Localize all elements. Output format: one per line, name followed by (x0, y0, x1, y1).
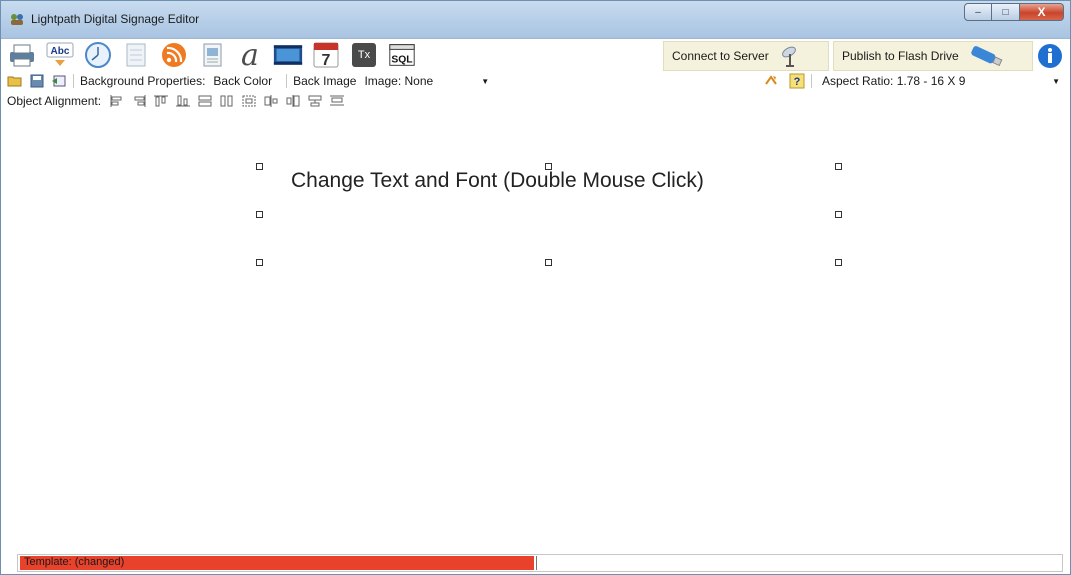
same-size-icon[interactable] (241, 94, 257, 108)
font-icon[interactable]: a (235, 41, 265, 69)
align-bottom-icon[interactable] (175, 94, 191, 108)
object-alignment-bar: Object Alignment: (1, 91, 1070, 111)
aspect-tools: ? Aspect Ratio: 1.78 - 16 X 9 (763, 71, 965, 91)
ticker-icon[interactable] (121, 41, 151, 69)
selection-handle-middle-right[interactable] (835, 211, 842, 218)
image-tool-icon[interactable] (197, 41, 227, 69)
distribute-horizontal-icon[interactable] (307, 94, 323, 108)
calendar-day: 7 (322, 52, 331, 69)
aspect-dropdown-arrow-icon[interactable]: ▼ (1052, 77, 1060, 86)
toolbar-area: Abc a 7 Tx SQL Connect to Server Publish… (1, 39, 1070, 117)
design-canvas[interactable]: Change Text and Font (Double Mouse Click… (17, 117, 1063, 551)
help-icon[interactable]: ? (789, 73, 805, 89)
refresh-icon[interactable] (763, 73, 779, 89)
center-horizontal-icon[interactable] (263, 94, 279, 108)
connect-to-server-button[interactable]: Connect to Server (663, 41, 829, 71)
align-top-icon[interactable] (153, 94, 169, 108)
sql-label: SQL (391, 55, 412, 66)
window-title: Lightpath Digital Signage Editor (31, 12, 200, 26)
window-controls: – □ X (964, 3, 1064, 21)
toolbar-divider (286, 74, 288, 88)
tx-label: Tx (358, 49, 371, 61)
svg-text:?: ? (794, 76, 801, 88)
selection-handle-middle-left[interactable] (256, 211, 263, 218)
abc-label: Abc (51, 46, 70, 57)
maximize-button[interactable]: □ (992, 3, 1020, 21)
aspect-ratio-selector[interactable]: Aspect Ratio: 1.78 - 16 X 9 (822, 74, 965, 88)
image-dropdown-arrow-icon[interactable]: ▼ (481, 77, 489, 86)
same-width-icon[interactable] (197, 94, 213, 108)
selection-handle-bottom-center[interactable] (545, 259, 552, 266)
sql-icon[interactable]: SQL (387, 41, 417, 69)
close-button[interactable]: X (1020, 3, 1064, 21)
rss-icon[interactable] (159, 41, 189, 69)
center-vertical-icon[interactable] (285, 94, 301, 108)
align-left-icon[interactable] (109, 94, 125, 108)
clock-icon[interactable] (83, 41, 113, 69)
object-alignment-label: Object Alignment: (7, 94, 102, 108)
info-icon (1038, 44, 1062, 68)
printer-icon[interactable] (7, 41, 37, 69)
export-icon[interactable] (51, 73, 67, 89)
title-bar: Lightpath Digital Signage Editor – □ X (1, 1, 1070, 39)
font-glyph: a (241, 41, 259, 69)
text-object[interactable]: Change Text and Font (Double Mouse Click… (291, 169, 704, 193)
back-image-button[interactable]: Back Image (293, 74, 356, 88)
selection-handle-top-left[interactable] (256, 163, 263, 170)
save-icon[interactable] (29, 73, 45, 89)
main-toolbar: Abc a 7 Tx SQL Connect to Server Publish… (1, 39, 1070, 71)
status-bar: Template: (changed) (17, 554, 1063, 572)
publish-label: Publish to Flash Drive (842, 49, 959, 63)
template-status: Template: (changed) (24, 556, 125, 568)
app-window: Lightpath Digital Signage Editor – □ X A… (0, 0, 1071, 575)
back-color-button[interactable]: Back Color (213, 74, 272, 88)
satellite-dish-icon (781, 46, 796, 67)
align-right-icon[interactable] (131, 94, 147, 108)
same-height-icon[interactable] (219, 94, 235, 108)
connect-label: Connect to Server (672, 49, 769, 63)
usb-drive-icon (970, 46, 1003, 67)
text-tool-icon[interactable]: Abc (45, 41, 75, 69)
selection-handle-bottom-left[interactable] (256, 259, 263, 266)
publish-to-flash-drive-button[interactable]: Publish to Flash Drive (833, 41, 1033, 71)
info-button[interactable] (1035, 42, 1065, 70)
selection-handle-top-right[interactable] (835, 163, 842, 170)
toolbar-divider (811, 74, 812, 88)
open-folder-icon[interactable] (7, 73, 23, 89)
image-selector[interactable]: Image: None (364, 74, 433, 88)
minimize-button[interactable]: – (964, 3, 992, 21)
tx-icon[interactable]: Tx (349, 41, 379, 69)
video-icon[interactable] (273, 41, 303, 69)
selection-handle-bottom-right[interactable] (835, 259, 842, 266)
background-properties-label: Background Properties: (80, 74, 206, 88)
distribute-vertical-icon[interactable] (329, 94, 345, 108)
calendar-icon[interactable]: 7 (311, 41, 341, 69)
app-icon (11, 14, 23, 25)
toolbar-divider (73, 74, 74, 88)
status-divider (536, 556, 537, 570)
